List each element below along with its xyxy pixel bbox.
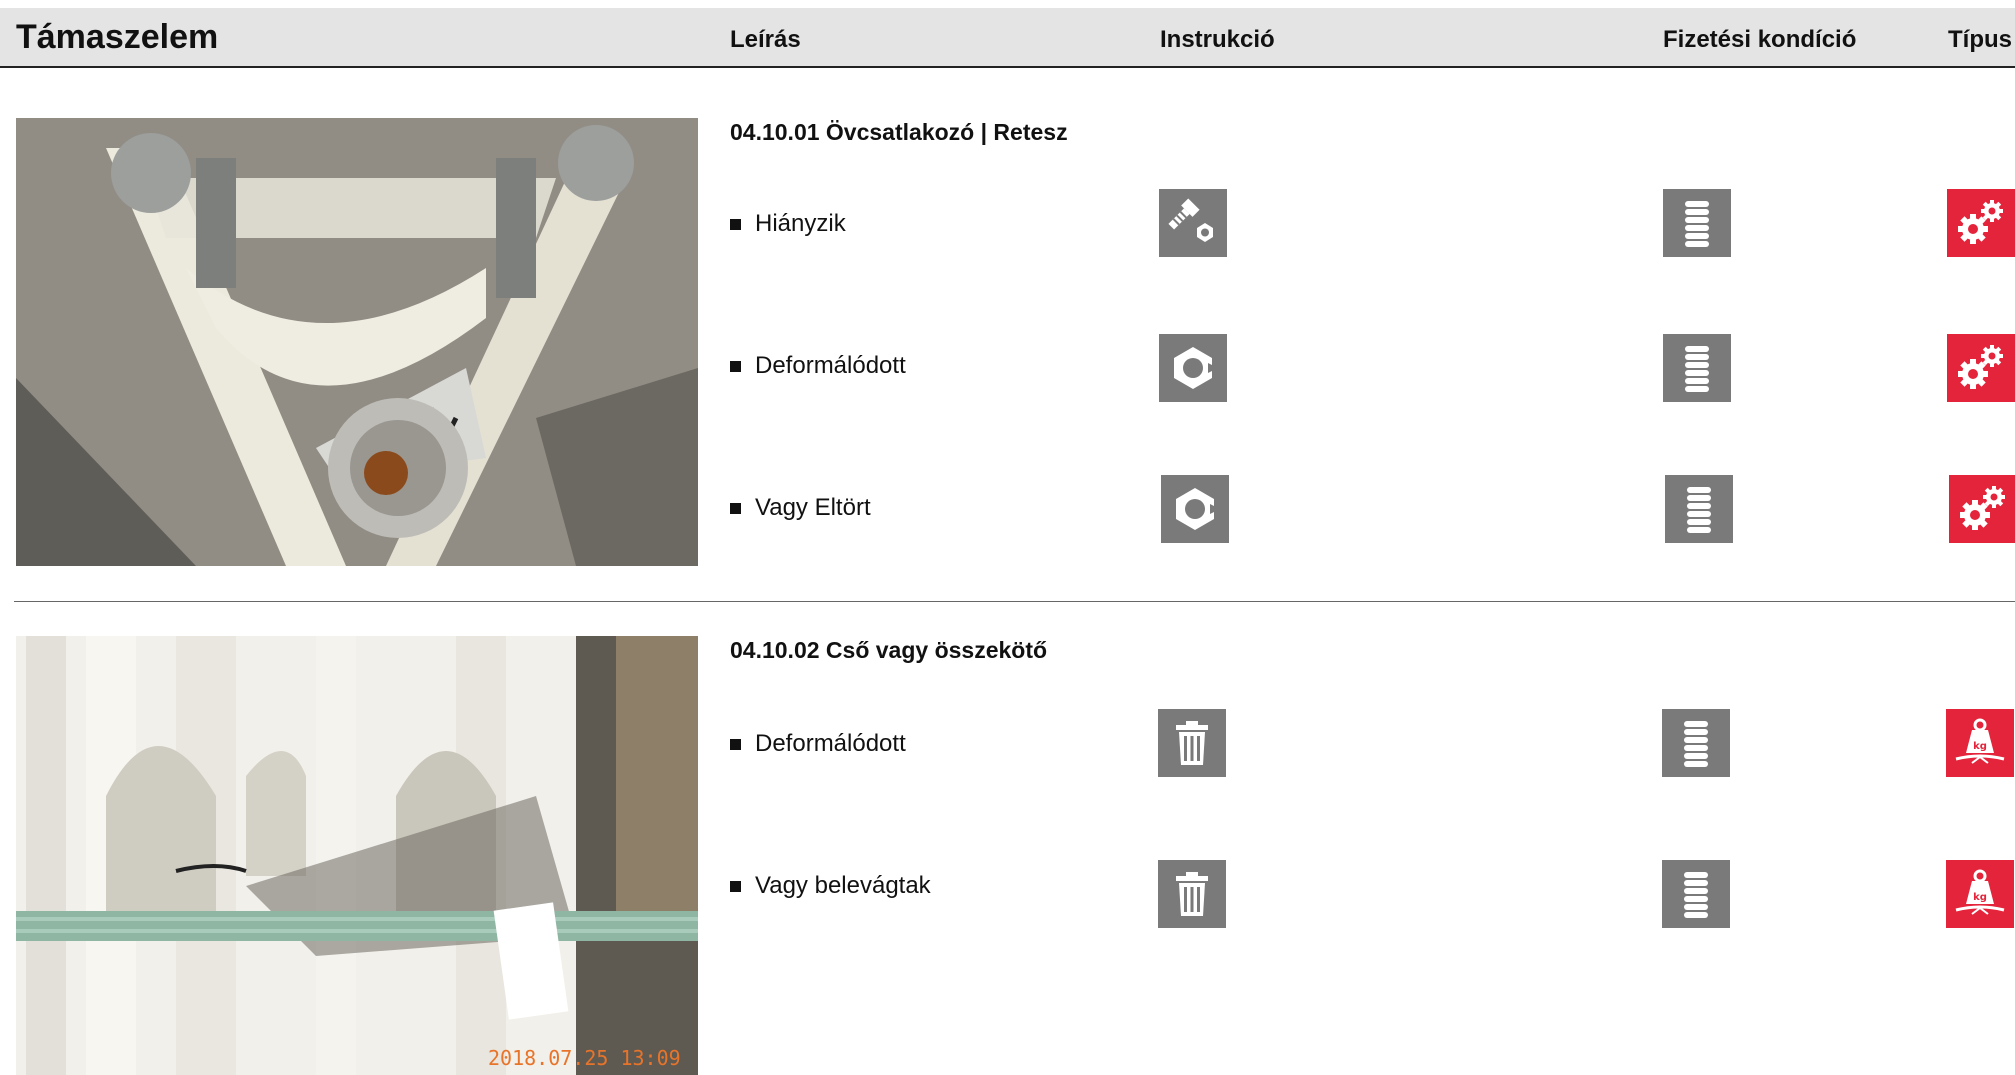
- section-1-item-2: Deformálódott: [730, 352, 906, 380]
- trash-icon: [1158, 860, 1226, 928]
- broken-nut-icon: [1161, 475, 1229, 543]
- svg-text:kg: kg: [1973, 892, 1987, 903]
- section-1-photo: [16, 118, 698, 566]
- gears-icon: [1947, 334, 2015, 402]
- column-header-payment: Fizetési kondíció: [1663, 26, 1857, 53]
- section-1-item-1: Hiányzik: [730, 210, 846, 238]
- section-divider: [14, 601, 2015, 602]
- section-2-photo: 2018.07.25 13:09: [16, 636, 698, 1075]
- coin-stack-icon: [1662, 860, 1730, 928]
- bullet: [730, 218, 741, 230]
- column-header-type: Típus: [1948, 26, 2012, 53]
- bullet: [730, 502, 741, 514]
- section-2-title: 04.10.02 Cső vagy összekötő: [730, 637, 1048, 663]
- table-header: Támaszelem Leírás Instrukció Fizetési ko…: [0, 8, 2015, 68]
- item-label: Deformálódott: [755, 730, 906, 757]
- section-2-item-1: Deformálódott: [730, 730, 906, 758]
- bolt-nut-icon: [1159, 189, 1227, 257]
- bullet: [730, 880, 741, 892]
- coin-stack-icon: [1662, 709, 1730, 777]
- item-label: Hiányzik: [755, 210, 846, 237]
- coin-stack-icon: [1663, 334, 1731, 402]
- broken-nut-icon: [1159, 334, 1227, 402]
- page-title: Támaszelem: [16, 18, 219, 56]
- photo-timestamp: 2018.07.25 13:09: [488, 1046, 681, 1070]
- section-2-item-2: Vagy belevágtak: [730, 872, 931, 900]
- item-label: Deformálódott: [755, 352, 906, 379]
- svg-text:kg: kg: [1973, 741, 1987, 752]
- coin-stack-icon: [1663, 189, 1731, 257]
- item-label: Vagy belevágtak: [755, 872, 931, 899]
- trash-icon: [1158, 709, 1226, 777]
- gears-icon: [1949, 475, 2015, 543]
- coin-stack-icon: [1665, 475, 1733, 543]
- kg-weight-icon: kg: [1946, 709, 2014, 777]
- section-1-item-3: Vagy Eltört: [730, 494, 871, 522]
- column-header-description: Leírás: [730, 26, 801, 53]
- section-1-title: 04.10.01 Övcsatlakozó | Retesz: [730, 119, 1068, 145]
- bullet: [730, 738, 741, 750]
- bullet: [730, 360, 741, 372]
- gears-icon: [1947, 189, 2015, 257]
- item-label: Vagy Eltört: [755, 494, 871, 521]
- kg-weight-icon: kg: [1946, 860, 2014, 928]
- column-header-instruction: Instrukció: [1160, 26, 1275, 53]
